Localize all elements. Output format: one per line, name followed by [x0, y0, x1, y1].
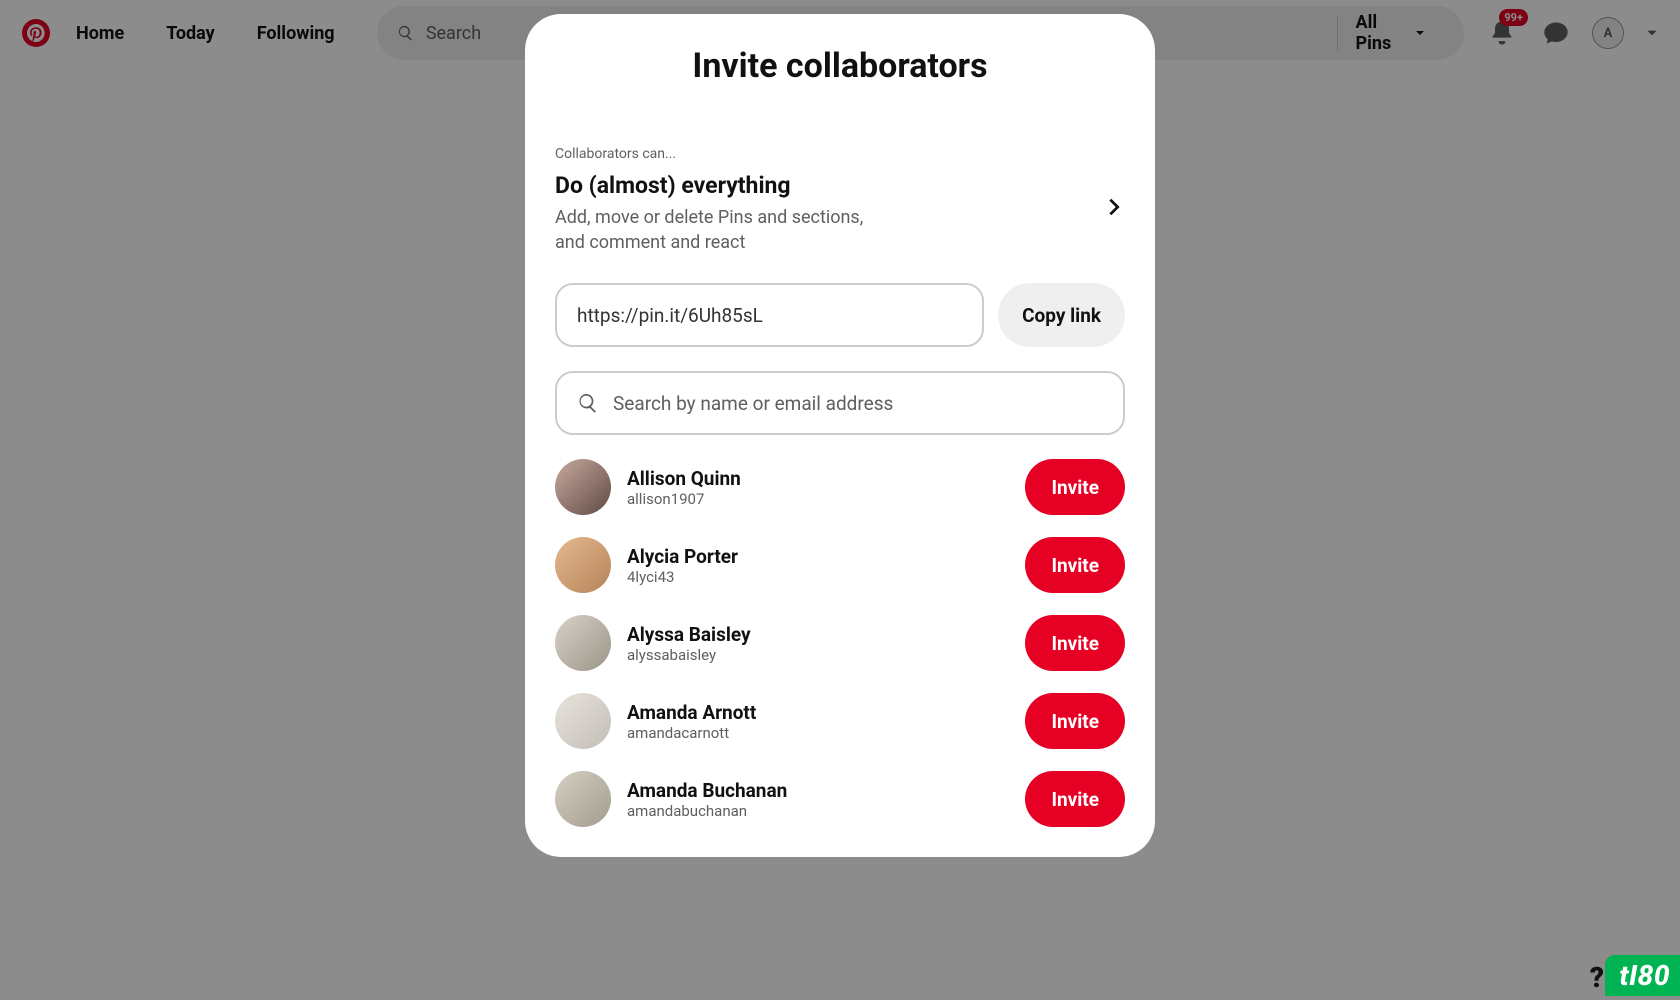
contact-handle: amandabuchanan: [627, 802, 1025, 820]
contact-row: Amanda Buchanan amandabuchanan Invite: [555, 771, 1125, 827]
contact-row: Amanda Arnott amandacarnott Invite: [555, 693, 1125, 749]
contact-handle: alyssabaisley: [627, 646, 1025, 664]
contact-name: Alyssa Baisley: [627, 623, 1025, 646]
share-link-input[interactable]: [555, 283, 984, 347]
permissions-title: Do (almost) everything: [555, 172, 895, 199]
invite-button[interactable]: Invite: [1025, 615, 1125, 671]
invite-button[interactable]: Invite: [1025, 771, 1125, 827]
contact-avatar[interactable]: [555, 615, 611, 671]
contact-row: Alyssa Baisley alyssabaisley Invite: [555, 615, 1125, 671]
permissions-description: Add, move or delete Pins and sections, a…: [555, 205, 895, 255]
contact-name: Amanda Buchanan: [627, 779, 1025, 802]
chevron-right-icon: [1103, 196, 1125, 218]
permissions-label: Collaborators can...: [555, 146, 1125, 162]
invite-collaborators-modal: Invite collaborators Collaborators can..…: [525, 14, 1155, 857]
permissions-row[interactable]: Do (almost) everything Add, move or dele…: [555, 172, 1125, 255]
modal-title: Invite collaborators: [555, 46, 1125, 86]
contact-avatar[interactable]: [555, 537, 611, 593]
search-contacts-field[interactable]: [555, 371, 1125, 435]
contact-name: Alycia Porter: [627, 545, 1025, 568]
search-icon: [577, 392, 599, 414]
contact-name: Amanda Arnott: [627, 701, 1025, 724]
contact-handle: 4lyci43: [627, 568, 1025, 586]
invite-button[interactable]: Invite: [1025, 459, 1125, 515]
contact-row: Alycia Porter 4lyci43 Invite: [555, 537, 1125, 593]
contacts-list: Allison Quinn allison1907 Invite Alycia …: [555, 459, 1125, 827]
copy-link-button[interactable]: Copy link: [998, 283, 1125, 347]
contact-avatar[interactable]: [555, 459, 611, 515]
help-button[interactable]: ?: [1590, 961, 1604, 994]
watermark-badge: tI80: [1605, 955, 1680, 996]
contact-name: Allison Quinn: [627, 467, 1025, 490]
invite-button[interactable]: Invite: [1025, 693, 1125, 749]
invite-button[interactable]: Invite: [1025, 537, 1125, 593]
contact-handle: amandacarnott: [627, 724, 1025, 742]
contact-handle: allison1907: [627, 490, 1025, 508]
modal-overlay: Invite collaborators Collaborators can..…: [0, 0, 1680, 1000]
contact-avatar[interactable]: [555, 771, 611, 827]
search-contacts-input[interactable]: [613, 392, 1103, 415]
contact-avatar[interactable]: [555, 693, 611, 749]
share-link-row: Copy link: [555, 283, 1125, 347]
contact-row: Allison Quinn allison1907 Invite: [555, 459, 1125, 515]
